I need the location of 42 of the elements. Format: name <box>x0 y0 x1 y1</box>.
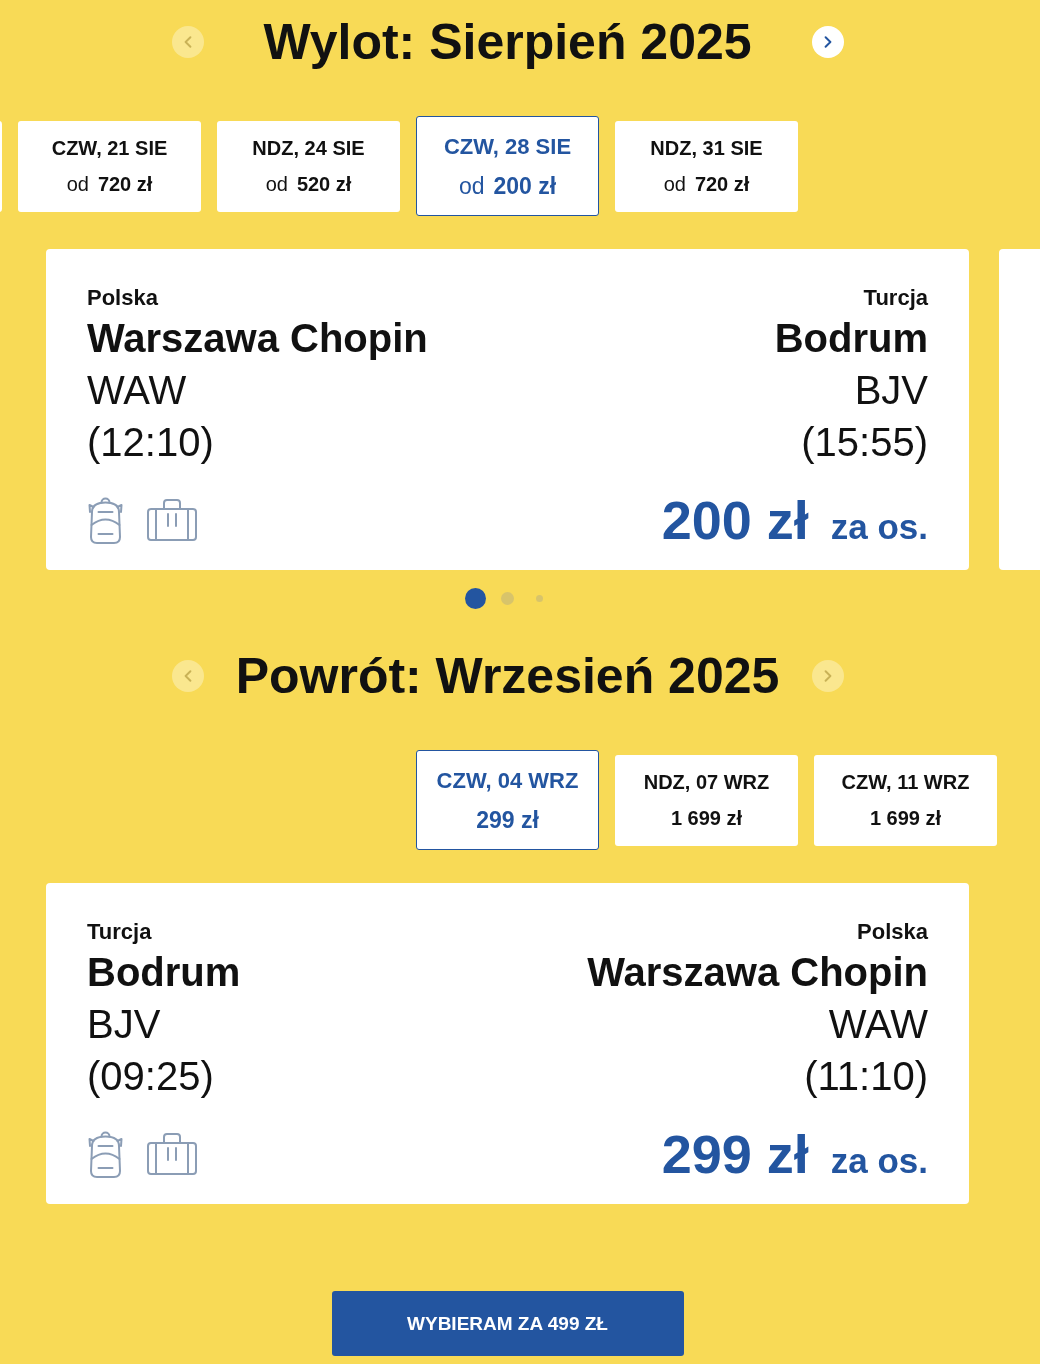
month-title: Wylot: Sierpień 2025 <box>262 13 753 72</box>
chevron-right-icon <box>823 36 832 48</box>
airport-code: BJV <box>854 367 928 414</box>
date-tab[interactable]: NDZ, 24 SIE od 520 zł <box>217 120 400 212</box>
country-label: Turcja <box>87 918 152 946</box>
airport-code: BJV <box>87 1001 161 1048</box>
month-title: Powrót: Wrzesień 2025 <box>234 647 781 706</box>
departure-time: (12:10) <box>87 419 214 466</box>
date-tab[interactable]: NDZ, 07 WRZ 1 699 zł <box>615 754 798 846</box>
pager-dot[interactable] <box>536 595 543 602</box>
date-tab[interactable]: CZW, 28 SIE od 200 zł <box>416 116 599 216</box>
airport-name: Bodrum <box>774 315 928 362</box>
backpack-icon <box>87 496 124 544</box>
airport-code: WAW <box>828 1001 928 1048</box>
suitcase-icon <box>147 1133 197 1175</box>
pager-dot[interactable] <box>501 592 514 605</box>
suitcase-icon <box>147 499 197 541</box>
country-label: Polska <box>857 918 928 946</box>
date-tab[interactable]: CZW, 11 WRZ 1 699 zł <box>814 754 997 846</box>
country-label: Polska <box>87 284 158 312</box>
arrival-time: (15:55) <box>801 419 928 466</box>
airport-name: Warszawa Chopin <box>87 315 428 362</box>
arrival-time: (11:10) <box>804 1053 928 1100</box>
pager-dot[interactable] <box>465 588 486 609</box>
chevron-left-icon <box>183 36 192 48</box>
airport-name: Warszawa Chopin <box>587 949 928 996</box>
next-month-button[interactable] <box>811 26 844 58</box>
price-unit: za os. <box>830 1141 928 1181</box>
airport-name: Bodrum <box>87 949 241 996</box>
price-amount: 299 zł <box>661 1123 809 1186</box>
chevron-left-icon <box>183 670 192 682</box>
airport-code: WAW <box>87 367 187 414</box>
date-tab[interactable]: CZW, 04 WRZ 299 zł <box>416 750 599 850</box>
departure-time: (09:25) <box>87 1053 214 1100</box>
select-button[interactable]: WYBIERAM ZA 499 ZŁ <box>331 1291 684 1356</box>
chevron-right-icon <box>823 670 832 682</box>
price-unit: za os. <box>830 507 928 547</box>
country-label: Turcja <box>863 284 928 312</box>
backpack-icon <box>87 1130 124 1178</box>
date-tab[interactable]: NDZ, 31 SIE od 720 zł <box>615 120 798 212</box>
date-tab[interactable]: CZW, 21 SIE od 720 zł <box>18 120 201 212</box>
price-amount: 200 zł <box>661 489 809 552</box>
